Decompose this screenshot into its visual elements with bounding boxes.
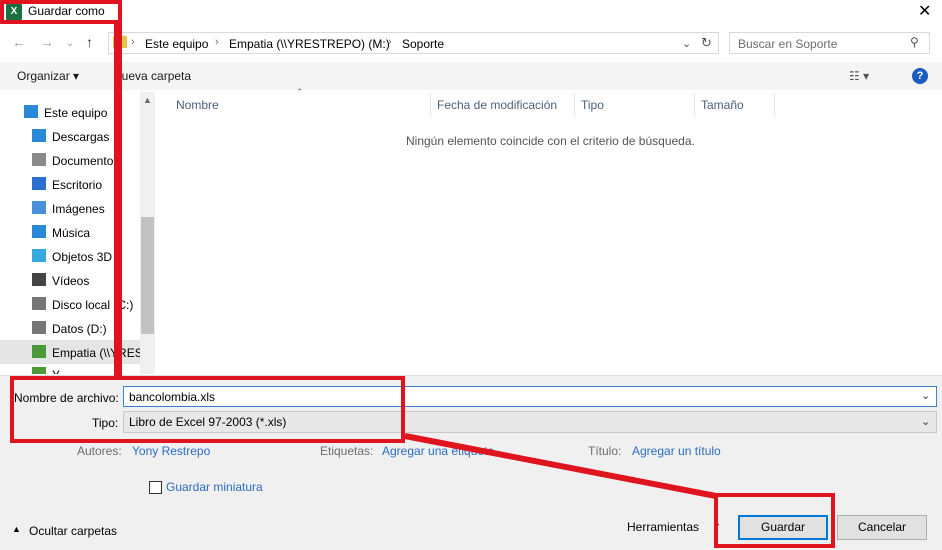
column-header-type[interactable]: Tipo [581, 98, 604, 112]
breadcrumb-empatia[interactable]: Empatia (\\YRESTREPO) (M:) [229, 37, 390, 51]
breadcrumb-este-equipo[interactable]: Este equipo [145, 37, 208, 51]
sidebar-item-label: Vídeos [52, 274, 90, 288]
breadcrumb-soporte[interactable]: Soporte [402, 37, 444, 51]
download-icon [32, 129, 46, 142]
sidebar-item-label: Documentos [52, 154, 120, 168]
sidebar-item-label: Objetos 3D [52, 250, 113, 264]
column-divider[interactable] [694, 94, 695, 116]
title-bar [0, 0, 942, 24]
sidebar-item-label: Disco local (C:) [52, 298, 134, 312]
drive-icon [32, 321, 46, 334]
title-input[interactable]: Agregar un título [632, 444, 721, 458]
sidebar-item-label: Música [52, 226, 91, 240]
address-dropdown-chevron-icon[interactable]: ⌄ [682, 37, 691, 50]
column-header-size[interactable]: Tamaño [701, 98, 744, 112]
new-folder-button[interactable]: Nueva carpeta [113, 69, 191, 83]
annotation-line [114, 22, 122, 378]
save-thumbnail-checkbox[interactable] [149, 481, 162, 494]
sidebar-item-label: Datos (D:) [52, 322, 107, 336]
up-arrow-icon[interactable]: ↑ [86, 34, 93, 50]
view-options-icon[interactable]: ☷ ▾ [849, 69, 869, 83]
search-input[interactable]: Buscar en Soporte [738, 37, 837, 51]
breadcrumb-separator-icon: › [215, 36, 219, 48]
file-type-chevron-icon[interactable]: ⌄ [921, 415, 930, 428]
column-divider[interactable] [430, 94, 431, 116]
filename-dropdown-chevron-icon[interactable]: ⌄ [921, 389, 930, 402]
sidebar-item-label: Imágenes [52, 202, 105, 216]
cancel-button[interactable]: Cancelar [837, 515, 927, 540]
close-icon[interactable]: ✕ [918, 1, 931, 21]
annotation-box-title [0, 0, 122, 24]
tools-button[interactable]: Herramientas [627, 520, 699, 534]
empty-results-message: Ningún elemento coincide con el criterio… [406, 134, 695, 148]
sidebar-item-label: Descargas [52, 130, 110, 144]
annotation-box-fields [10, 376, 405, 443]
music-icon [32, 225, 46, 238]
sidebar-item-label: Y... [52, 368, 140, 374]
breadcrumb-separator-icon: › [388, 36, 392, 48]
authors-label: Autores: [77, 444, 122, 458]
collapse-chevron-icon[interactable]: ▲ [12, 524, 21, 534]
column-header-name[interactable]: Nombre [176, 98, 219, 112]
column-divider[interactable] [574, 94, 575, 116]
image-icon [32, 201, 46, 214]
scroll-up-icon[interactable]: ▲ [143, 95, 152, 105]
recent-locations-chevron-icon[interactable]: ⌄ [66, 38, 74, 49]
forward-arrow-icon[interactable]: → [40, 34, 54, 50]
sort-ascending-icon: ⌃ [296, 87, 304, 97]
back-arrow-icon[interactable]: ← [12, 34, 26, 50]
cube-icon [32, 249, 46, 262]
sidebar-item-label: Empatia (\\YRES [52, 346, 140, 360]
refresh-icon[interactable]: ↻ [701, 35, 712, 51]
hide-folders-button[interactable]: Ocultar carpetas [29, 524, 117, 538]
organize-button[interactable]: Organizar ▾ [17, 69, 79, 83]
annotation-box-save [714, 493, 835, 548]
authors-value[interactable]: Yony Restrepo [132, 444, 210, 458]
sidebar-item-label: Escritorio [52, 178, 103, 192]
column-divider[interactable] [774, 94, 775, 116]
scrollbar-thumb[interactable] [141, 217, 154, 334]
breadcrumb-separator-icon: › [131, 36, 135, 48]
tags-label: Etiquetas: [320, 444, 374, 458]
network-drive-icon [32, 345, 46, 358]
column-header-date[interactable]: Fecha de modificación [437, 98, 557, 112]
tags-input[interactable]: Agregar una etiqueta [382, 444, 494, 458]
title-label: Título: [588, 444, 622, 458]
help-icon[interactable]: ? [912, 68, 928, 84]
network-drive-icon [32, 367, 46, 374]
document-icon [32, 153, 46, 166]
desktop-icon [32, 177, 46, 190]
video-icon [32, 273, 46, 286]
computer-icon [24, 105, 38, 118]
drive-icon [32, 297, 46, 310]
search-icon[interactable]: ⚲ [910, 35, 919, 49]
save-thumbnail-label[interactable]: Guardar miniatura [166, 480, 263, 494]
